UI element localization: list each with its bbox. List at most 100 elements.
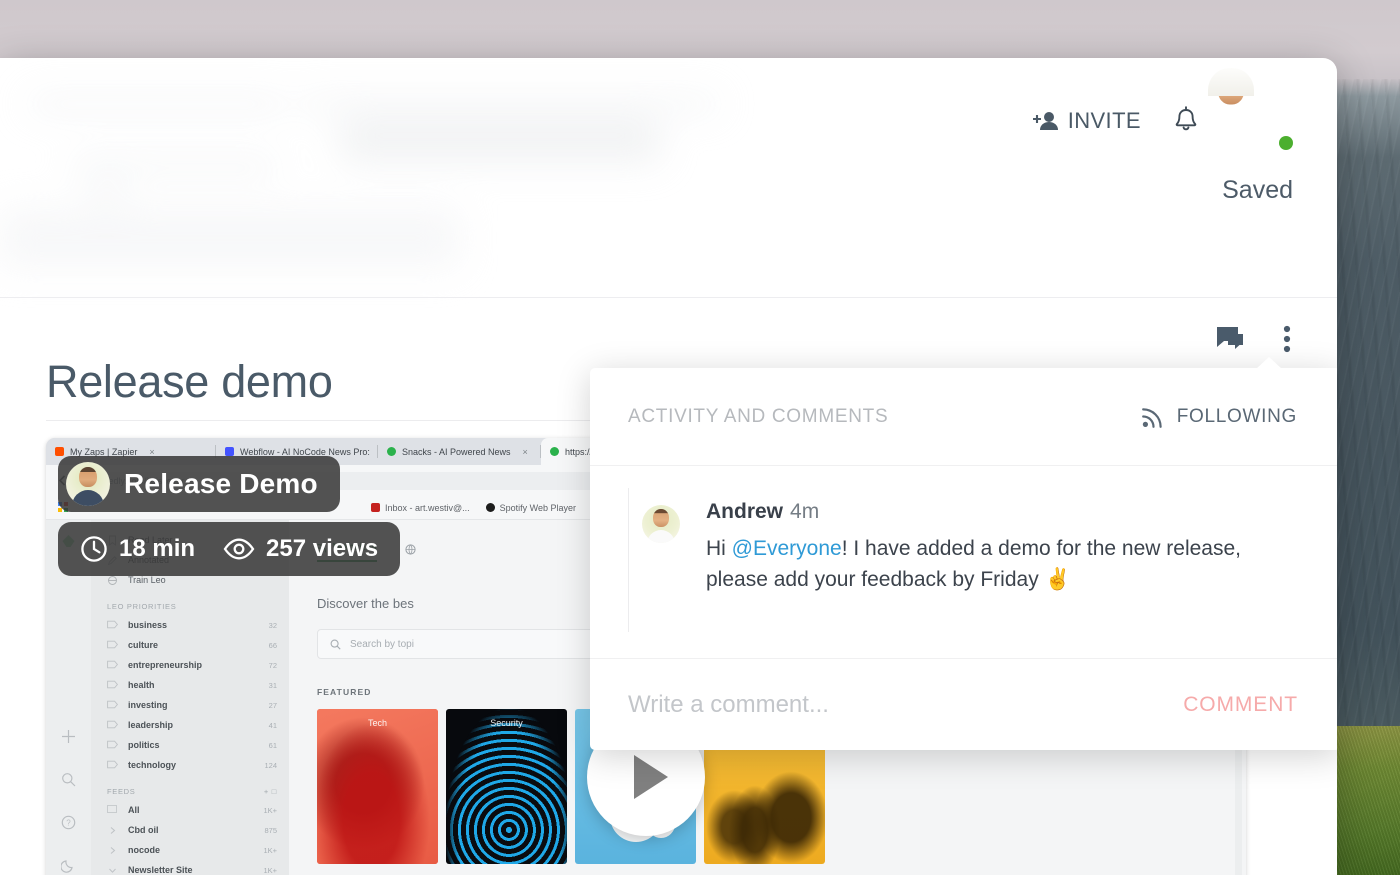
add-icon[interactable] [61, 729, 76, 744]
chevron-right-icon[interactable] [107, 845, 118, 856]
tag-icon [107, 640, 118, 651]
sidebar-priority-business[interactable]: business 32 [91, 615, 289, 635]
chevron-right-icon[interactable] [107, 825, 118, 836]
invite-button[interactable]: INVITE [1032, 108, 1141, 134]
browser-tab[interactable]: Snacks - AI Powered News × [378, 438, 541, 465]
comment-meta: Andrew 4m [706, 500, 1300, 524]
sidebar-feed-cbd-oil[interactable]: Cbd oil 875 [91, 820, 289, 840]
search-placeholder: Search by topi [350, 638, 414, 650]
priority-count: 27 [268, 700, 277, 710]
eye-icon [223, 537, 255, 561]
priority-count: 61 [268, 740, 277, 750]
comments-panel-header: ACTIVITY AND COMMENTS FOLLOWING [590, 368, 1337, 466]
comment-item: Andrew 4m Hi @Everyone! I have added a de… [628, 500, 1300, 595]
comments-panel-title: ACTIVITY AND COMMENTS [628, 405, 889, 427]
priority-label: investing [128, 700, 168, 710]
sidebar-priority-politics[interactable]: politics 61 [91, 735, 289, 755]
section-label: FEEDS [107, 787, 136, 796]
priority-count: 32 [268, 620, 277, 630]
priority-count: 72 [268, 660, 277, 670]
tag-icon [107, 740, 118, 751]
rss-icon [1141, 406, 1164, 428]
person-add-icon [1032, 110, 1059, 132]
comment-text: Hi @Everyone! I have added a demo for th… [706, 533, 1300, 595]
comments-list: Andrew 4m Hi @Everyone! I have added a de… [590, 466, 1337, 658]
user-avatar[interactable] [1208, 68, 1293, 152]
feed-label: Newsletter Site [128, 865, 193, 875]
header-divider [0, 297, 1337, 298]
tab-globe[interactable] [405, 544, 416, 562]
priority-label: business [128, 620, 168, 630]
play-icon [634, 755, 668, 799]
comment-submit-button[interactable]: COMMENT [1183, 693, 1298, 717]
card-title: Security [490, 718, 523, 728]
feed-label: Cbd oil [128, 825, 159, 835]
sidebar-priority-health[interactable]: health 31 [91, 675, 289, 695]
tag-icon [107, 700, 118, 711]
tab-favicon [387, 447, 396, 456]
featured-card-tech[interactable]: Tech [317, 709, 438, 864]
tab-close-icon[interactable]: × [523, 447, 528, 457]
comment-mention[interactable]: @Everyone [732, 537, 842, 560]
tag-icon [107, 720, 118, 731]
priority-label: health [128, 680, 155, 690]
rail-bottom-actions: ? [46, 729, 91, 873]
globe-icon [405, 544, 416, 555]
activity-comments-panel: ACTIVITY AND COMMENTS FOLLOWING Andrew 4… [590, 357, 1337, 750]
tab-close-icon[interactable]: × [149, 447, 154, 457]
tag-icon [107, 760, 118, 771]
video-views: 257 views [223, 535, 378, 563]
comment-time: 4m [790, 500, 820, 523]
views-label: 257 views [266, 535, 379, 562]
sidebar-priority-entrepreneurship[interactable]: entrepreneurship 72 [91, 655, 289, 675]
sidebar-feed-all[interactable]: All 1K+ [91, 800, 289, 820]
online-status-dot [1279, 136, 1293, 150]
duration-label: 18 min [119, 535, 196, 562]
sidebar-feed-nocode[interactable]: nocode 1K+ [91, 840, 289, 860]
sidebar-feed-newsletter-site[interactable]: Newsletter Site 1K+ [91, 860, 289, 875]
video-title-badge: Release Demo [58, 456, 340, 512]
more-vertical-icon [1283, 324, 1291, 354]
page-title: Release demo [46, 356, 333, 407]
bookmark-label: Spotify Web Player [499, 502, 577, 513]
clock-icon [80, 535, 108, 563]
saved-status: Saved [1222, 176, 1293, 204]
add-feed-button[interactable]: + □ [264, 787, 277, 796]
comment-input[interactable] [628, 690, 1184, 719]
priority-count: 41 [268, 720, 277, 730]
dark-mode-icon[interactable] [60, 858, 76, 873]
tab-favicon [550, 447, 559, 456]
notification-bell-button[interactable] [1173, 106, 1199, 136]
sidebar-priority-technology[interactable]: technology 124 [91, 755, 289, 775]
header-actions: INVITE [1032, 68, 1293, 152]
priority-label: technology [128, 760, 177, 770]
following-button[interactable]: FOLLOWING [1141, 405, 1297, 428]
thread-line [628, 488, 629, 632]
more-options-button[interactable] [1283, 324, 1291, 354]
sidebar-section-leo-priorities: LEO PRIORITIES [91, 590, 289, 615]
sidebar-section-feeds: FEEDS + □ [91, 775, 289, 800]
chevron-down-icon[interactable] [107, 865, 118, 875]
sidebar-priority-investing[interactable]: investing 27 [91, 695, 289, 715]
comments-toggle-button[interactable] [1215, 325, 1245, 353]
comment-author-avatar [642, 505, 680, 543]
sidebar-priority-culture[interactable]: culture 66 [91, 635, 289, 655]
sidebar-priority-leadership[interactable]: leadership 41 [91, 715, 289, 735]
tag-icon [107, 660, 118, 671]
bookmark-item[interactable]: Spotify Web Player [485, 502, 577, 513]
video-duration: 18 min [80, 535, 195, 563]
help-icon[interactable]: ? [61, 815, 76, 830]
following-label: FOLLOWING [1176, 405, 1297, 427]
sidebar-item-label: Train Leo [128, 575, 166, 585]
bookmark-item[interactable]: Inbox - art.westiv@... [371, 503, 470, 513]
comment-text-before: Hi [706, 537, 732, 560]
notification-bell-icon [1173, 106, 1199, 136]
search-icon[interactable] [61, 772, 76, 787]
video-title-label: Release Demo [124, 468, 318, 499]
priority-label: culture [128, 640, 159, 650]
svg-text:?: ? [66, 819, 71, 828]
video-stats-badge: 18 min 257 views [58, 522, 401, 576]
featured-card-security[interactable]: Security [446, 709, 567, 864]
document-toolbar [1215, 324, 1291, 354]
comment-icon [1215, 325, 1245, 353]
